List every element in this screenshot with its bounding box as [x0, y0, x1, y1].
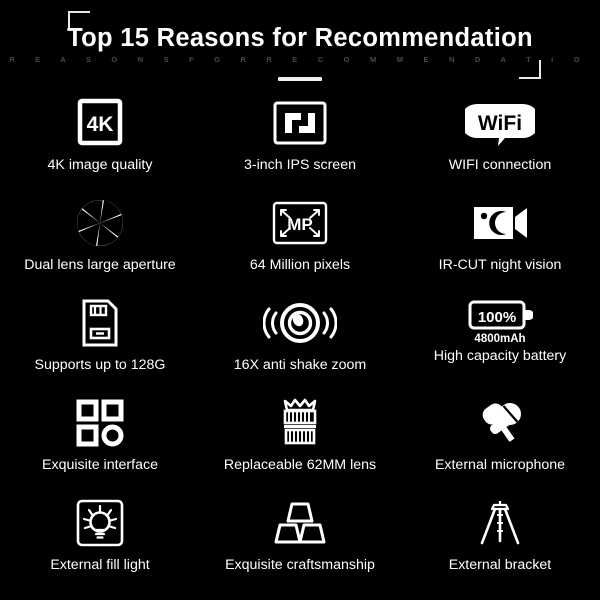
feature-label: Supports up to 128G	[34, 357, 166, 373]
svg-text:100%: 100%	[478, 309, 516, 326]
anti-shake-lens-icon	[263, 295, 337, 351]
feature-row: 4K 4K image quality 3-inch IPS screen Wi…	[0, 92, 600, 192]
feature-cell-3-inch-ips-screen: 3-inch IPS screen	[200, 92, 400, 192]
page-title: Top 15 Reasons for Recommendation	[67, 24, 533, 52]
feature-label: External microphone	[434, 457, 566, 473]
feature-cell-high-capacity-battery: 100% 4800mAh High capacity battery	[400, 292, 600, 392]
wifi-badge-icon: WiFi	[465, 95, 535, 151]
feature-label: External bracket	[448, 557, 552, 573]
microphone-icon	[473, 395, 527, 451]
feature-label: External fill light	[50, 557, 150, 573]
fill-light-bulb-icon	[74, 495, 126, 551]
feature-cell-16x-anti-shake-zoom: 16X anti shake zoom	[200, 292, 400, 392]
feature-label: Exquisite interface	[42, 457, 158, 473]
feature-cell-exquisite-craftsmanship: Exquisite craftsmanship	[200, 492, 400, 592]
interface-grid-icon	[75, 395, 125, 451]
feature-label: Exquisite craftsmanship	[225, 557, 375, 573]
feature-row: Dual lens large aperture MP 64 Million p…	[0, 192, 600, 292]
feature-label: 16X anti shake zoom	[233, 357, 367, 373]
feature-cell-replaceable-62mm-lens: Replaceable 62MM lens	[200, 392, 400, 492]
feature-label: WIFI connection	[448, 157, 552, 173]
4k-square-icon: 4K	[74, 95, 126, 151]
feature-label: IR-CUT night vision	[438, 257, 562, 273]
lens-barrel-icon	[276, 395, 324, 451]
feature-label: Dual lens large aperture	[24, 257, 176, 273]
svg-text:4K: 4K	[87, 113, 114, 136]
page-subtitle: R E A S O N S F O R R E C O M M E N D A …	[9, 55, 600, 64]
megapixel-frame-icon: MP	[270, 195, 330, 251]
feature-label: Replaceable 62MM lens	[223, 457, 377, 473]
feature-row: External fill light Exquisite craftsmans…	[0, 492, 600, 592]
battery-100-icon: 100%	[467, 295, 533, 335]
svg-text:WiFi: WiFi	[478, 112, 522, 135]
feature-cell-dual-lens-large-aperture: Dual lens large aperture	[0, 192, 200, 292]
title-underline-dash	[278, 77, 322, 81]
feature-cell-external-bracket: External bracket	[400, 492, 600, 592]
gold-ingots-icon	[272, 495, 328, 551]
feature-cell-4k-image-quality: 4K 4K image quality	[0, 92, 200, 192]
feature-grid: 4K 4K image quality 3-inch IPS screen Wi…	[0, 92, 600, 592]
sd-card-icon	[77, 295, 123, 351]
feature-cell-ir-cut-night-vision: IR-CUT night vision	[400, 192, 600, 292]
aperture-icon	[73, 195, 127, 251]
feature-cell-supports-up-to-128g: Supports up to 128G	[0, 292, 200, 392]
battery-capacity-note: 4800mAh	[474, 333, 526, 345]
feature-cell-external-fill-light: External fill light	[0, 492, 200, 592]
feature-label: 64 Million pixels	[249, 257, 351, 273]
feature-cell-wifi-connection: WiFi WIFI connection	[400, 92, 600, 192]
tripod-icon	[474, 495, 526, 551]
screen-frame-icon	[271, 95, 329, 151]
feature-cell-exquisite-interface: Exquisite interface	[0, 392, 200, 492]
feature-row: Supports up to 128G 16X anti shake zoom …	[0, 292, 600, 392]
feature-poster: Top 15 Reasons for Recommendation R E A …	[0, 0, 600, 600]
feature-cell-64-million-pixels: MP 64 Million pixels	[200, 192, 400, 292]
feature-cell-external-microphone: External microphone	[400, 392, 600, 492]
night-vision-camcorder-icon	[469, 195, 531, 251]
poster-header: Top 15 Reasons for Recommendation R E A …	[0, 0, 600, 92]
feature-label: 4K image quality	[47, 157, 153, 173]
feature-row: Exquisite interface Replaceable 62MM len…	[0, 392, 600, 492]
feature-label: 3-inch IPS screen	[244, 157, 356, 173]
feature-label: High capacity battery	[433, 348, 567, 364]
svg-text:MP: MP	[287, 215, 313, 234]
